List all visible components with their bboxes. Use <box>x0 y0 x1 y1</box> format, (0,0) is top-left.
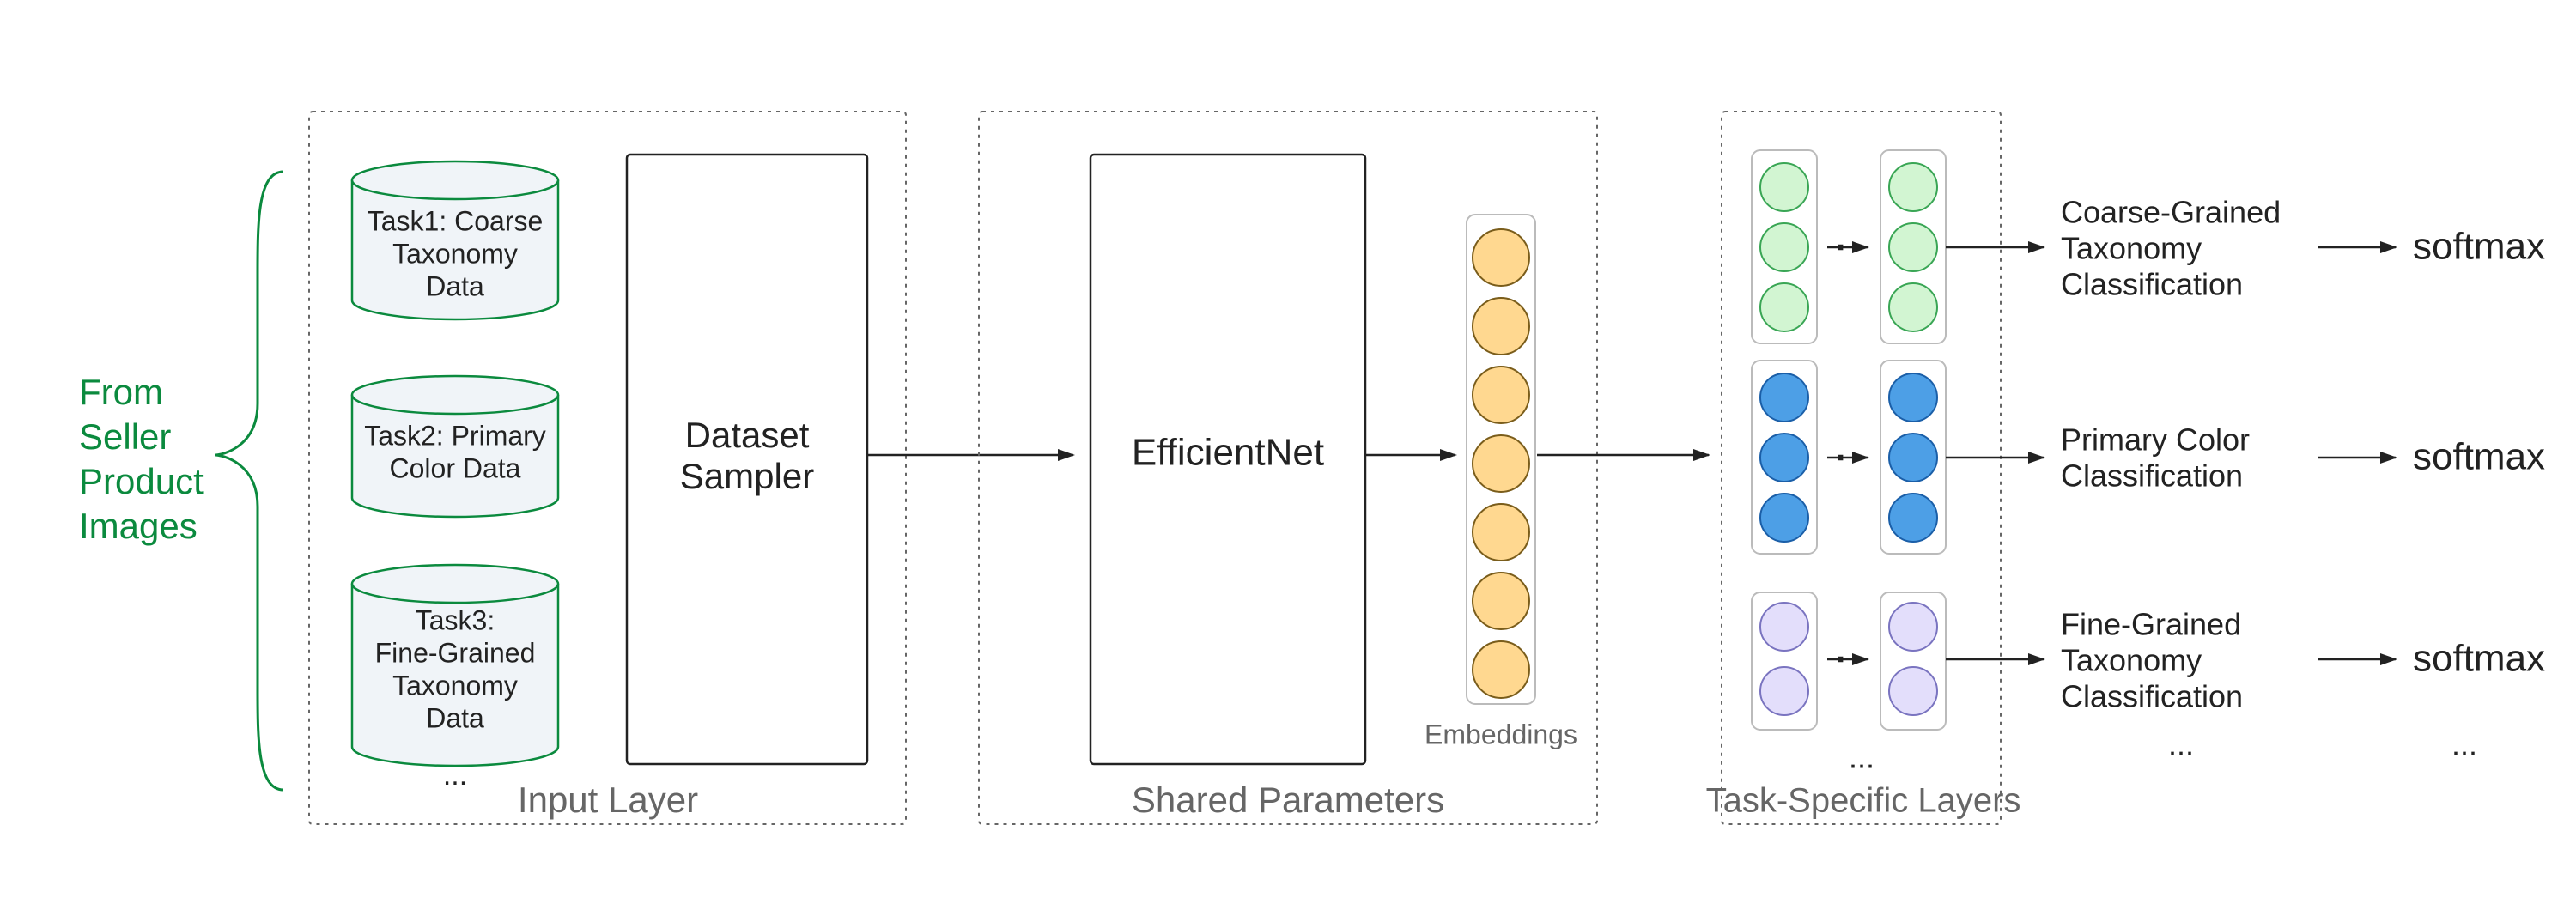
task1-line2: Taxonomy <box>392 238 518 269</box>
left-label-line4: Images <box>79 506 197 546</box>
left-source-label: From Seller Product Images <box>79 372 204 546</box>
task1-layers: : <box>1752 150 1946 343</box>
task2-softmax: softmax <box>2413 436 2545 478</box>
task3-line3: Taxonomy <box>392 670 518 701</box>
tasks-ellipsis: ... <box>443 759 467 792</box>
task2-label: Primary Color Classification <box>2061 422 2250 494</box>
task1-cylinder: Task1: Coarse Taxonomy Data <box>352 161 558 319</box>
task1-label-line1: Coarse-Grained <box>2061 195 2281 230</box>
embeddings-label: Embeddings <box>1425 719 1577 749</box>
task3-softmax: softmax <box>2413 638 2545 680</box>
dataset-sampler-line2: Sampler <box>680 456 814 496</box>
left-label-line3: Product <box>79 461 204 501</box>
input-layer-caption: Input Layer <box>518 780 698 820</box>
task1-label-line3: Classification <box>2061 267 2243 302</box>
task2-line1: Task2: Primary <box>364 420 546 451</box>
embeddings-column <box>1467 215 1535 704</box>
left-label-line2: Seller <box>79 416 171 457</box>
task1-label: Coarse-Grained Taxonomy Classification <box>2061 195 2281 302</box>
task1-line3: Data <box>426 270 484 301</box>
task-labels-ellipsis: ... <box>2168 727 2194 762</box>
dataset-sampler-line1: Dataset <box>685 415 810 455</box>
task2-cylinder: Task2: Primary Color Data <box>352 376 558 517</box>
task3-line1: Task3: <box>416 604 495 635</box>
task3-label-line1: Fine-Grained <box>2061 607 2241 642</box>
left-label-line1: From <box>79 372 163 412</box>
task-softmax-ellipsis: ... <box>2451 727 2477 762</box>
task3-layers: : <box>1752 592 1946 730</box>
task3-line4: Data <box>426 702 484 733</box>
task3-label: Fine-Grained Taxonomy Classification <box>2061 607 2243 714</box>
task3-label-line2: Taxonomy <box>2061 643 2202 678</box>
task3-label-line3: Classification <box>2061 679 2243 714</box>
task3-cylinder: Task3: Fine-Grained Taxonomy Data <box>352 565 558 766</box>
efficientnet-label: EfficientNet <box>1132 432 1324 474</box>
task1-line1: Task1: Coarse <box>368 205 544 236</box>
task2-layers: : <box>1752 361 1946 554</box>
task1-label-line2: Taxonomy <box>2061 231 2202 266</box>
task2-label-line2: Classification <box>2061 458 2243 494</box>
task1-softmax: softmax <box>2413 226 2545 268</box>
task-layers-ellipsis: ... <box>1849 740 1874 775</box>
task-specific-caption: Task-Specific Layers <box>1706 782 2021 820</box>
task3-line2: Fine-Grained <box>375 637 536 668</box>
task2-label-line1: Primary Color <box>2061 422 2250 458</box>
left-brace-icon <box>215 172 283 790</box>
shared-parameters-caption: Shared Parameters <box>1132 780 1444 820</box>
task2-line2: Color Data <box>390 452 521 483</box>
